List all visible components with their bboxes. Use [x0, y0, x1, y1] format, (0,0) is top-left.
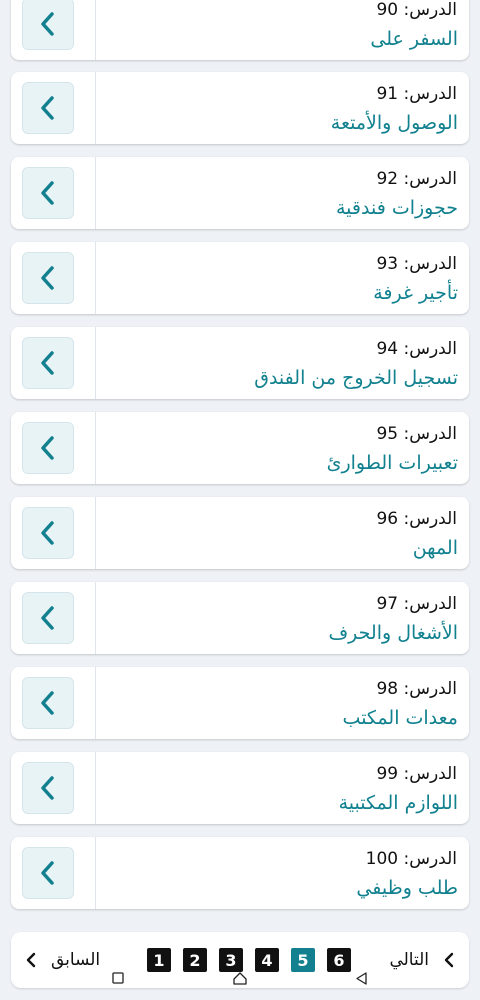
lesson-number: الدرس: 94: [376, 339, 457, 359]
divider: [95, 752, 96, 824]
lesson-number: الدرس: 93: [376, 254, 457, 274]
lesson-number: الدرس: 92: [376, 169, 457, 189]
lesson-card[interactable]: الدرس: 100 طلب وظيفي: [11, 837, 469, 909]
lesson-title: حجوزات فندقية: [336, 197, 458, 219]
system-navigation-bar: [0, 964, 480, 1000]
chevron-left-icon: [41, 436, 54, 460]
lesson-card[interactable]: الدرس: 94 تسجيل الخروج من الفندق: [11, 327, 469, 399]
open-lesson-button[interactable]: [22, 507, 74, 559]
open-lesson-button[interactable]: [22, 762, 74, 814]
divider: [95, 0, 96, 60]
chevron-left-icon: [41, 521, 54, 545]
divider: [95, 72, 96, 144]
lesson-title: تسجيل الخروج من الفندق: [254, 367, 458, 389]
home-icon[interactable]: [233, 972, 247, 985]
lesson-title: الأشغال والحرف: [328, 622, 458, 644]
lesson-card[interactable]: الدرس: 96 المهن: [11, 497, 469, 569]
lesson-title: معدات المكتب: [342, 707, 458, 729]
chevron-left-icon: [41, 351, 54, 375]
open-lesson-button[interactable]: [22, 167, 74, 219]
chevron-left-icon: [41, 96, 54, 120]
open-lesson-button[interactable]: [22, 252, 74, 304]
open-lesson-button[interactable]: [22, 82, 74, 134]
square-icon[interactable]: [112, 972, 124, 984]
lesson-title: السفر على: [370, 28, 458, 50]
lesson-title: المهن: [412, 537, 458, 559]
lesson-card[interactable]: الدرس: 98 معدات المكتب: [11, 667, 469, 739]
lesson-number: الدرس: 99: [376, 764, 457, 784]
lesson-number: الدرس: 96: [376, 509, 457, 529]
open-lesson-button[interactable]: [22, 847, 74, 899]
open-lesson-button[interactable]: [22, 0, 74, 50]
lesson-card[interactable]: الدرس: 93 تأجير غرفة: [11, 242, 469, 314]
lesson-number: الدرس: 90: [376, 0, 457, 20]
lesson-title: اللوازم المكتبية: [338, 792, 458, 814]
lesson-number: الدرس: 97: [376, 594, 457, 614]
lesson-card[interactable]: الدرس: 91 الوصول والأمتعة: [11, 72, 469, 144]
open-lesson-button[interactable]: [22, 677, 74, 729]
chevron-left-icon: [41, 776, 54, 800]
lesson-title: تعبيرات الطوارئ: [326, 452, 458, 474]
divider: [95, 157, 96, 229]
lesson-card[interactable]: الدرس: 99 اللوازم المكتبية: [11, 752, 469, 824]
lesson-title: طلب وظيفي: [356, 877, 458, 899]
lesson-card[interactable]: الدرس: 92 حجوزات فندقية: [11, 157, 469, 229]
chevron-left-icon: [41, 181, 54, 205]
open-lesson-button[interactable]: [22, 337, 74, 389]
lesson-number: الدرس: 91: [376, 84, 457, 104]
divider: [95, 412, 96, 484]
divider: [95, 837, 96, 909]
chevron-left-icon: [41, 12, 54, 36]
lesson-card[interactable]: الدرس: 90 السفر على: [11, 0, 469, 60]
divider: [95, 242, 96, 314]
lesson-title: تأجير غرفة: [373, 282, 458, 304]
divider: [95, 497, 96, 569]
divider: [95, 582, 96, 654]
chevron-left-icon: [41, 606, 54, 630]
open-lesson-button[interactable]: [22, 592, 74, 644]
divider: [95, 667, 96, 739]
divider: [95, 327, 96, 399]
chevron-left-icon: [41, 691, 54, 715]
lesson-number: الدرس: 100: [365, 849, 457, 869]
open-lesson-button[interactable]: [22, 422, 74, 474]
triangle-back-icon[interactable]: [356, 972, 368, 985]
chevron-left-icon: [41, 266, 54, 290]
lesson-number: الدرس: 98: [376, 679, 457, 699]
lesson-card[interactable]: الدرس: 97 الأشغال والحرف: [11, 582, 469, 654]
lesson-number: الدرس: 95: [376, 424, 457, 444]
lesson-title: الوصول والأمتعة: [330, 112, 458, 134]
chevron-left-icon: [41, 861, 54, 885]
lesson-card[interactable]: الدرس: 95 تعبيرات الطوارئ: [11, 412, 469, 484]
